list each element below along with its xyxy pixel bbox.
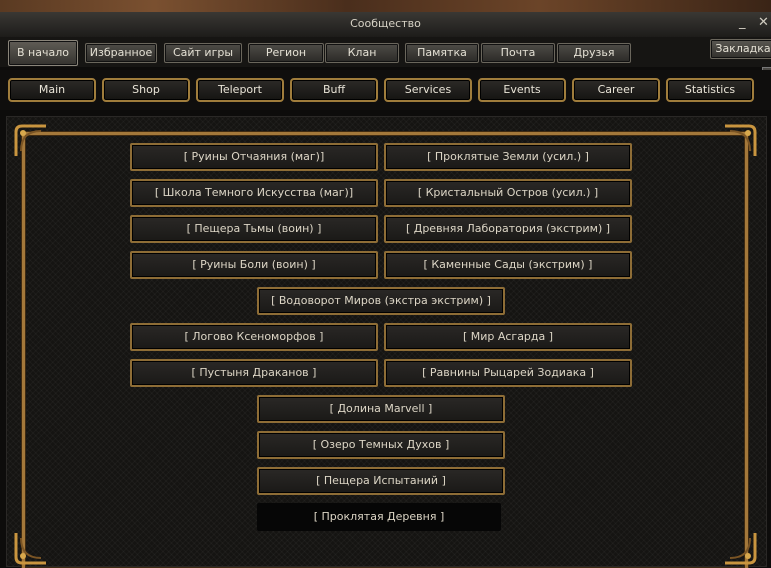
location-button[interactable]: [ Руины Отчаяния (маг)] xyxy=(130,143,378,171)
location-button[interactable]: [ Мир Асгарда ] xyxy=(384,323,632,351)
location-button[interactable]: [ Древняя Лаборатория (экстрим) ] xyxy=(384,215,632,243)
location-button[interactable]: [ Логово Ксеноморфов ] xyxy=(130,323,378,351)
location-button[interactable]: [ Школа Темного Искусства (маг)] xyxy=(130,179,378,207)
tab-clan[interactable]: Клан xyxy=(325,43,399,63)
window-title: Сообщество xyxy=(350,17,421,30)
location-button[interactable]: [ Руины Боли (воин) ] xyxy=(130,251,378,279)
minimize-icon[interactable]: _ xyxy=(739,14,746,32)
location-button[interactable]: [ Водоворот Миров (экстра экстрим) ] xyxy=(257,287,505,315)
nav-button-statistics[interactable]: Statistics xyxy=(666,78,754,102)
nav-button-buff[interactable]: Buff xyxy=(290,78,378,102)
location-button[interactable]: [ Пещера Испытаний ] xyxy=(257,467,505,495)
location-button[interactable]: [ Озеро Темных Духов ] xyxy=(257,431,505,459)
location-button[interactable]: [ Кристальный Остров (усил.) ] xyxy=(384,179,632,207)
ornament-top-left-icon xyxy=(14,124,46,156)
location-button[interactable]: [ Каменные Сады (экстрим) ] xyxy=(384,251,632,279)
tab-home[interactable]: В начало xyxy=(8,40,78,66)
location-button[interactable]: [ Проклятые Земли (усил.) ] xyxy=(384,143,632,171)
nav-button-main[interactable]: Main xyxy=(8,78,96,102)
tab-region[interactable]: Регион xyxy=(248,43,324,63)
tab-friends[interactable]: Друзья xyxy=(557,43,631,63)
tab-mail[interactable]: Почта xyxy=(481,43,555,63)
nav-button-events[interactable]: Events xyxy=(478,78,566,102)
nav-button-services[interactable]: Services xyxy=(384,78,472,102)
location-button[interactable]: [ Равнины Рыцарей Зодиака ] xyxy=(384,359,632,387)
nav-button-career[interactable]: Career xyxy=(572,78,660,102)
nav-button-shop[interactable]: Shop xyxy=(102,78,190,102)
location-button[interactable]: [ Пустыня Драканов ] xyxy=(130,359,378,387)
tab-bookmark[interactable]: Закладка xyxy=(710,39,771,59)
close-icon[interactable]: ✕ xyxy=(758,14,769,32)
ornament-bottom-right-icon xyxy=(725,533,757,565)
tab-game-site[interactable]: Сайт игры xyxy=(164,43,242,63)
background-strip xyxy=(0,0,771,12)
ornament-bottom-left-icon xyxy=(14,533,46,565)
tab-memo[interactable]: Памятка xyxy=(405,43,479,63)
tab-favorites[interactable]: Избранное xyxy=(85,43,157,63)
location-button[interactable]: [ Проклятая Деревня ] xyxy=(257,503,501,531)
ornament-top-right-icon xyxy=(725,124,757,156)
location-button[interactable]: [ Долина Marvell ] xyxy=(257,395,505,423)
nav-button-teleport[interactable]: Teleport xyxy=(196,78,284,102)
location-button[interactable]: [ Пещера Тьмы (воин) ] xyxy=(130,215,378,243)
